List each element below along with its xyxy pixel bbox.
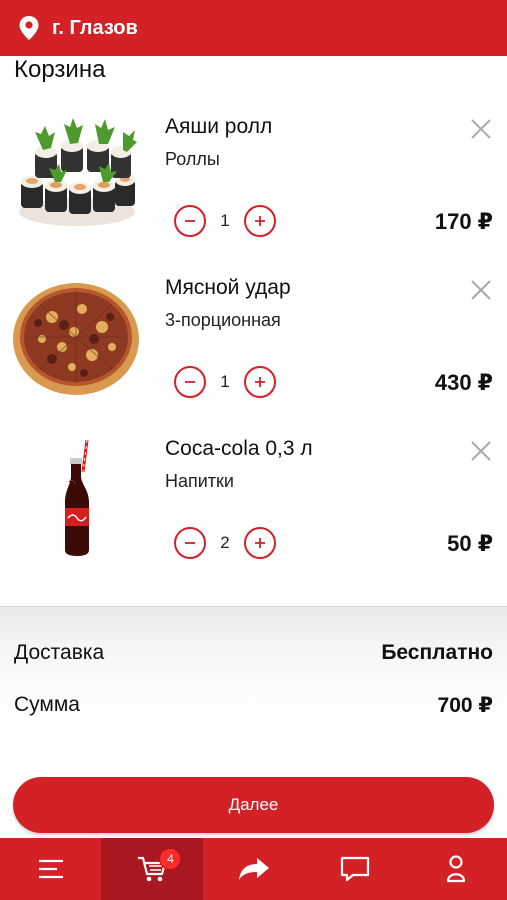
menu-icon [38, 859, 63, 879]
page-title: Корзина [14, 56, 106, 83]
item-name: Мясной удар [165, 276, 291, 299]
cart-item: Мясной удар 3-порционная 1 430 ₽ [0, 274, 507, 434]
plus-icon [255, 377, 265, 387]
minus-icon [185, 381, 195, 383]
order-summary: Доставка Бесплатно Сумма 700 ₽ Далее [0, 606, 507, 838]
item-category: Роллы [165, 149, 220, 169]
tab-share[interactable] [203, 838, 304, 900]
remove-item-icon[interactable] [469, 439, 493, 463]
share-icon [238, 858, 269, 880]
cart-item: Аяши ролл Роллы 1 170 ₽ [0, 113, 507, 273]
item-category: 3-порционная [165, 310, 281, 330]
bottom-tab-bar: 4 [0, 838, 507, 900]
decrease-quantity-button[interactable] [174, 527, 206, 559]
total-row: Сумма 700 ₽ [14, 693, 493, 718]
quantity-stepper: 1 [174, 205, 276, 237]
increase-quantity-button[interactable] [244, 527, 276, 559]
cart-count-badge: 4 [159, 848, 182, 870]
chat-icon [340, 856, 370, 882]
tab-cart[interactable]: 4 [101, 838, 203, 900]
city-selector[interactable]: г. Глазов [52, 17, 138, 40]
delivery-row: Доставка Бесплатно [14, 641, 493, 665]
item-name: Аяши ролл [165, 115, 273, 138]
item-category: Напитки [165, 471, 234, 491]
plus-icon [255, 538, 265, 548]
location-pin-icon[interactable] [18, 15, 40, 41]
pizza-image [12, 274, 142, 404]
next-button[interactable]: Далее [13, 777, 494, 833]
item-price: 50 ₽ [447, 531, 493, 556]
coca-cola-bottle-image [12, 435, 142, 565]
increase-quantity-button[interactable] [244, 366, 276, 398]
decrease-quantity-button[interactable] [174, 366, 206, 398]
sushi-rolls-image [12, 113, 142, 243]
total-label: Сумма [14, 693, 80, 716]
delivery-label: Доставка [14, 641, 105, 664]
cart-item: Coca-cola 0,3 л Напитки 2 50 ₽ [0, 435, 507, 595]
total-value: 700 ₽ [437, 694, 493, 717]
tab-chat[interactable] [304, 838, 405, 900]
plus-icon [255, 216, 265, 226]
decrease-quantity-button[interactable] [174, 205, 206, 237]
delivery-value: Бесплатно [381, 641, 493, 664]
tab-menu[interactable] [0, 838, 101, 900]
quantity-stepper: 1 [174, 366, 276, 398]
item-name: Coca-cola 0,3 л [165, 437, 313, 460]
quantity-value: 2 [220, 533, 230, 552]
item-price: 430 ₽ [434, 370, 493, 395]
remove-item-icon[interactable] [469, 278, 493, 302]
remove-item-icon[interactable] [469, 117, 493, 141]
minus-icon [185, 542, 195, 544]
tab-profile[interactable] [406, 838, 507, 900]
profile-icon [447, 855, 466, 883]
quantity-value: 1 [220, 211, 230, 230]
item-price: 170 ₽ [434, 209, 493, 234]
increase-quantity-button[interactable] [244, 205, 276, 237]
top-bar: г. Глазов [0, 0, 507, 56]
quantity-stepper: 2 [174, 527, 276, 559]
minus-icon [185, 220, 195, 222]
quantity-value: 1 [220, 372, 230, 391]
